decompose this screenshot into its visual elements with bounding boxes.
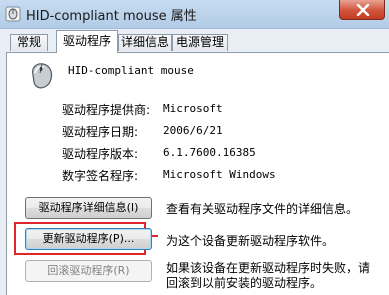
signer-label: 数字签名程序: [62, 169, 139, 183]
tab-driver[interactable]: 驱动程序 [56, 30, 118, 53]
mouse-icon [27, 61, 55, 94]
update-driver-description: 为这个设备更新驱动程序软件。 [166, 234, 335, 248]
date-label: 驱动程序日期: [62, 125, 139, 139]
provider-value: Microsoft [163, 102, 223, 115]
rollback-description-line2: 回滚到以前安装的驱动程序。 [166, 276, 323, 290]
rollback-driver-button[interactable]: 回滚驱动程序(R) [25, 260, 152, 282]
tab-general[interactable]: 常规 [10, 34, 48, 51]
close-icon [356, 4, 370, 16]
tab-power-management[interactable]: 电源管理 [172, 34, 228, 51]
version-value: 6.1.7600.16385 [163, 146, 256, 159]
driver-details-button[interactable]: 驱动程序详细信息(I) [25, 197, 152, 219]
device-name: HID-compliant mouse [68, 64, 194, 77]
tab-strip: 常规 驱动程序 详细信息 电源管理 [0, 30, 389, 53]
window-title: HID-compliant mouse 属性 [26, 9, 197, 24]
signer-value: Microsoft Windows [163, 168, 276, 181]
version-label: 驱动程序版本: [62, 147, 139, 161]
properties-window-icon [4, 5, 22, 23]
driver-details-description: 查看有关驱动程序文件的详细信息。 [166, 202, 359, 216]
date-value: 2006/6/21 [163, 124, 223, 137]
close-button[interactable] [339, 0, 385, 20]
tab-details[interactable]: 详细信息 [118, 34, 172, 51]
title-bar[interactable]: HID-compliant mouse 属性 [0, 0, 389, 29]
update-driver-button[interactable]: 更新驱动程序(P)... [25, 228, 152, 250]
provider-label: 驱动程序提供商: [62, 103, 151, 117]
